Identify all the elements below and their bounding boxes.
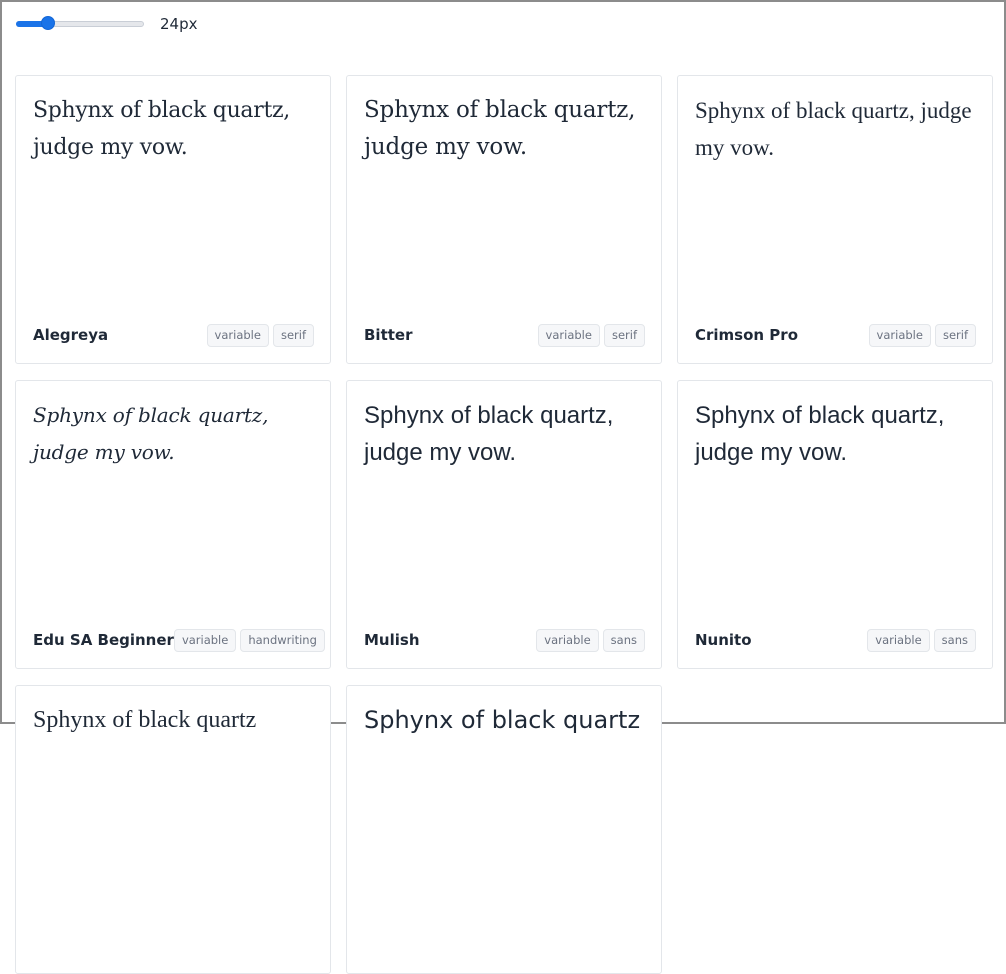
slider-thumb[interactable] (41, 16, 55, 30)
font-card-partial-1[interactable]: Sphynx of black quartz (15, 685, 331, 974)
font-sample: Sphynx of black quartz, judge my vow. (695, 402, 945, 466)
font-sample: Sphynx of black quartz (364, 706, 641, 734)
font-card-crimson-pro[interactable]: Sphynx of black quartz, judge my vow. Cr… (677, 75, 993, 364)
font-sample: Sphynx of black quartz, judge my vow. (364, 402, 614, 466)
tag-serif[interactable]: serif (603, 323, 645, 347)
font-sample: Sphynx of black quartz, judge my vow. (33, 98, 290, 160)
tag-handwriting[interactable]: handwriting (240, 628, 325, 652)
tag-serif[interactable]: serif (934, 323, 976, 347)
tag-serif[interactable]: serif (272, 323, 314, 347)
tag-list: variable serif (537, 323, 645, 347)
tag-list: variable sans (867, 628, 976, 652)
tag-variable[interactable]: variable (206, 323, 269, 347)
font-sample: Sphynx of black quartz, judge my vow. (695, 98, 972, 160)
font-name: Edu SA Beginner (33, 631, 174, 649)
card-footer: Mulish variable sans (364, 628, 645, 652)
tag-variable[interactable]: variable (537, 323, 600, 347)
font-name: Crimson Pro (695, 326, 799, 344)
font-card-nunito[interactable]: Sphynx of black quartz, judge my vow. Nu… (677, 380, 993, 669)
font-card-alegreya[interactable]: Sphynx of black quartz, judge my vow. Al… (15, 75, 331, 364)
tag-list: variable serif (206, 323, 314, 347)
font-card-bitter[interactable]: Sphynx of black quartz, judge my vow. Bi… (346, 75, 662, 364)
tag-variable[interactable]: variable (868, 323, 931, 347)
card-footer: Nunito variable sans (695, 628, 976, 652)
font-card-mulish[interactable]: Sphynx of black quartz, judge my vow. Mu… (346, 380, 662, 669)
card-footer: Alegreya variable serif (33, 323, 314, 347)
card-footer: Edu SA Beginner variable handwriting (33, 628, 325, 652)
font-card-partial-2[interactable]: Sphynx of black quartz (346, 685, 662, 974)
toolbar: 24px (16, 12, 198, 36)
font-grid: Sphynx of black quartz, judge my vow. Al… (15, 75, 993, 974)
tag-sans[interactable]: sans (933, 628, 976, 652)
card-footer: Bitter variable serif (364, 323, 645, 347)
font-sample: Sphynx of black quartz, judge my vow. (364, 97, 636, 160)
card-footer: Crimson Pro variable serif (695, 323, 976, 347)
font-sample: Sphynx of black quartz, judge my vow. (33, 403, 269, 464)
font-name: Mulish (364, 631, 420, 649)
tag-list: variable sans (536, 628, 645, 652)
tag-list: variable serif (868, 323, 976, 347)
tag-variable[interactable]: variable (867, 628, 930, 652)
font-name: Bitter (364, 326, 413, 344)
font-sample: Sphynx of black quartz (33, 707, 257, 733)
font-size-slider[interactable] (16, 12, 144, 36)
tag-list: variable handwriting (173, 628, 325, 652)
tag-variable[interactable]: variable (536, 628, 599, 652)
font-name: Nunito (695, 631, 752, 649)
font-name: Alegreya (33, 326, 109, 344)
font-card-edu-sa-beginner[interactable]: Sphynx of black quartz, judge my vow. Ed… (15, 380, 331, 669)
tag-variable[interactable]: variable (173, 628, 237, 652)
tag-sans[interactable]: sans (602, 628, 645, 652)
font-size-value: 24px (160, 15, 198, 33)
